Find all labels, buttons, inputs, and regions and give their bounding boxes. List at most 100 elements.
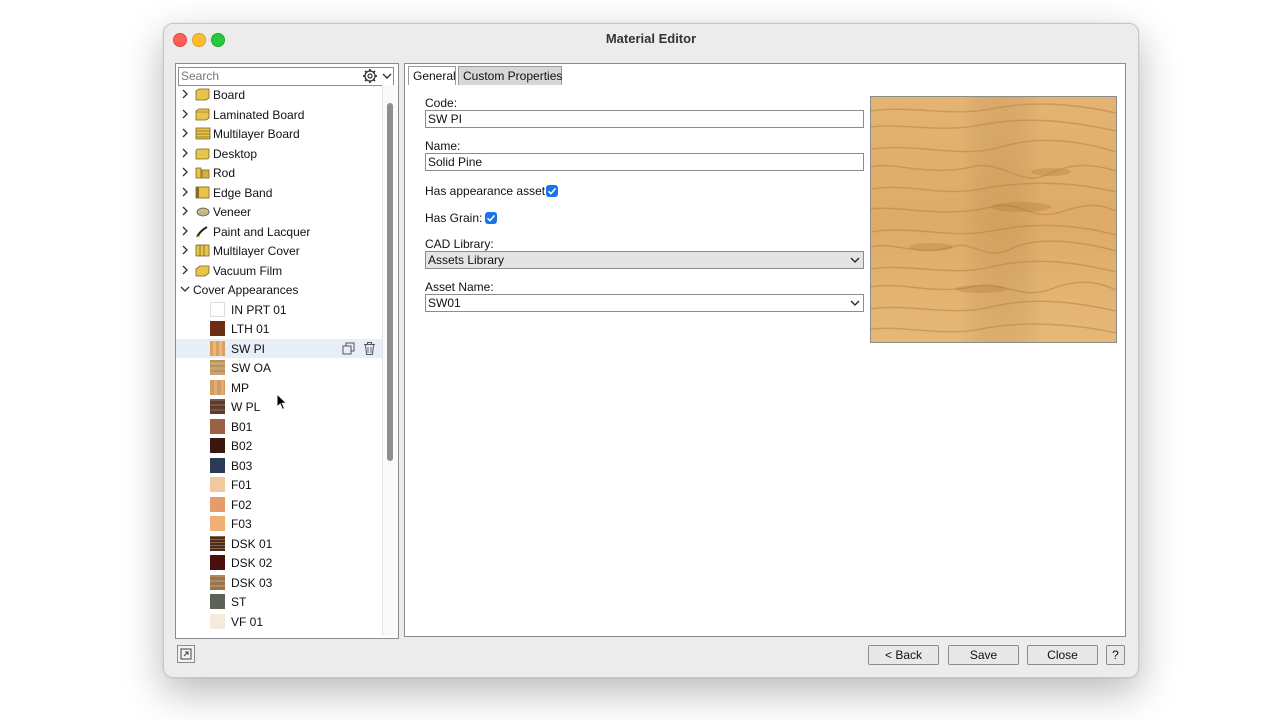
has-grain-checkbox[interactable]: [485, 212, 497, 224]
duplicate-icon[interactable]: [341, 341, 356, 356]
chevron-right-icon[interactable]: [180, 244, 190, 256]
code-label: Code:: [425, 96, 458, 110]
color-swatch: [210, 477, 225, 492]
item-label: F01: [231, 478, 252, 492]
chevron-right-icon[interactable]: [180, 147, 190, 159]
item-label: B03: [231, 458, 253, 473]
color-swatch: [210, 438, 225, 453]
tree-item-label: Board: [213, 88, 246, 102]
chevron-right-icon[interactable]: [180, 166, 190, 178]
has-appearance-label: Has appearance asset: [425, 184, 546, 198]
chevron-right-icon[interactable]: [180, 127, 190, 139]
has-appearance-checkbox[interactable]: [546, 185, 558, 197]
list-item[interactable]: DSK 03: [176, 573, 382, 592]
tree-item-desktop[interactable]: Desktop: [176, 144, 382, 163]
tree-item-label: Paint and Lacquer: [213, 224, 311, 239]
color-swatch: [210, 516, 225, 531]
list-item[interactable]: B01: [176, 417, 382, 436]
scrollbar-thumb[interactable]: [387, 103, 393, 461]
color-swatch: [210, 321, 225, 336]
tree-item-rod[interactable]: Rod: [176, 163, 382, 182]
list-item[interactable]: SW OA: [176, 358, 382, 377]
gear-icon[interactable]: [362, 68, 378, 84]
item-label: DSK 02: [231, 556, 273, 570]
material-tree: Board Laminated Board Multilayer Board D…: [176, 85, 382, 636]
tree-item-vacuum-film[interactable]: Vacuum Film: [176, 261, 382, 280]
item-label: DSK 03: [231, 575, 273, 590]
asset-name-label: Asset Name:: [425, 280, 494, 294]
color-swatch: [210, 399, 225, 414]
list-item[interactable]: B02: [176, 436, 382, 455]
cad-library-label: CAD Library:: [425, 237, 494, 251]
color-swatch: [210, 535, 225, 551]
chevron-down-icon[interactable]: [180, 283, 190, 295]
color-swatch: [210, 555, 225, 570]
list-item[interactable]: F01: [176, 475, 382, 494]
asset-name-select[interactable]: SW01: [425, 294, 864, 312]
chevron-right-icon[interactable]: [180, 205, 190, 217]
help-button[interactable]: ?: [1106, 645, 1125, 665]
list-item[interactable]: B03: [176, 456, 382, 475]
tree-item-edge-band[interactable]: Edge Band: [176, 183, 382, 202]
code-field[interactable]: SW PI: [425, 110, 864, 128]
item-label: B01: [231, 419, 253, 434]
tree-item-label: Edge Band: [213, 185, 273, 200]
tree-item-label: Rod: [213, 166, 236, 180]
chevron-right-icon[interactable]: [180, 186, 190, 198]
name-field[interactable]: Solid Pine: [425, 153, 864, 171]
checkmark-icon: [486, 214, 496, 222]
tab-custom-properties[interactable]: Custom Properties: [458, 66, 562, 85]
item-label: F02: [231, 497, 252, 512]
chevron-right-icon[interactable]: [180, 88, 190, 100]
trash-icon[interactable]: [362, 341, 377, 356]
chevron-right-icon[interactable]: [180, 225, 190, 237]
laminated-board-icon: [195, 108, 210, 120]
list-item[interactable]: ST: [176, 592, 382, 611]
veneer-icon: [196, 207, 210, 217]
tree-item-veneer[interactable]: Veneer: [176, 202, 382, 221]
search-input[interactable]: [181, 69, 356, 83]
close-button[interactable]: Close: [1027, 645, 1098, 665]
list-item[interactable]: DSK 02: [176, 553, 382, 572]
chevron-down-icon[interactable]: [381, 68, 393, 84]
cad-library-select[interactable]: Assets Library: [425, 251, 864, 269]
list-item[interactable]: F02: [176, 495, 382, 514]
item-label: B02: [231, 439, 253, 453]
tree-item-paint-and-lacquer[interactable]: Paint and Lacquer: [176, 222, 382, 241]
list-item[interactable]: VF 01: [176, 612, 382, 631]
color-swatch: [210, 613, 225, 629]
color-swatch: [210, 301, 225, 317]
tree-scrollbar[interactable]: [382, 85, 398, 636]
new-window-icon: [180, 648, 192, 660]
tree-item-laminated-board[interactable]: Laminated Board: [176, 105, 382, 124]
chevron-right-icon[interactable]: [180, 108, 190, 120]
tree-item-label: Laminated Board: [213, 107, 305, 122]
chevron-right-icon[interactable]: [180, 264, 190, 276]
new-window-button[interactable]: [177, 645, 195, 663]
tree-item-label: Veneer: [213, 205, 252, 219]
color-swatch: [210, 574, 225, 590]
tree-item-multilayer-board[interactable]: Multilayer Board: [176, 124, 382, 143]
list-item-selected[interactable]: SW PI: [176, 338, 382, 358]
name-label: Name:: [425, 139, 461, 153]
tree-item-board[interactable]: Board: [176, 85, 382, 104]
tree-item-multilayer-cover[interactable]: Multilayer Cover: [176, 241, 382, 260]
list-item[interactable]: LTH 01: [176, 319, 382, 338]
color-swatch: [210, 379, 225, 395]
save-button[interactable]: Save: [948, 645, 1019, 665]
vacuum-film-icon: [195, 265, 210, 276]
multilayer-board-icon: [195, 127, 211, 140]
material-tree-panel: Board Laminated Board Multilayer Board D…: [175, 63, 399, 639]
multilayer-cover-icon: [195, 244, 210, 257]
list-item[interactable]: F03: [176, 514, 382, 533]
tree-item-cover-appearances[interactable]: Cover Appearances: [176, 280, 382, 299]
has-grain-label: Has Grain:: [425, 211, 483, 225]
list-item[interactable]: IN PRT 01: [176, 300, 382, 319]
asset-name-value: SW01: [428, 296, 461, 310]
color-swatch: [210, 496, 225, 512]
back-button[interactable]: < Back: [868, 645, 939, 665]
list-item[interactable]: DSK 01: [176, 534, 382, 553]
tab-general[interactable]: General: [408, 66, 456, 85]
color-swatch: [210, 418, 225, 434]
board-icon: [195, 88, 210, 101]
